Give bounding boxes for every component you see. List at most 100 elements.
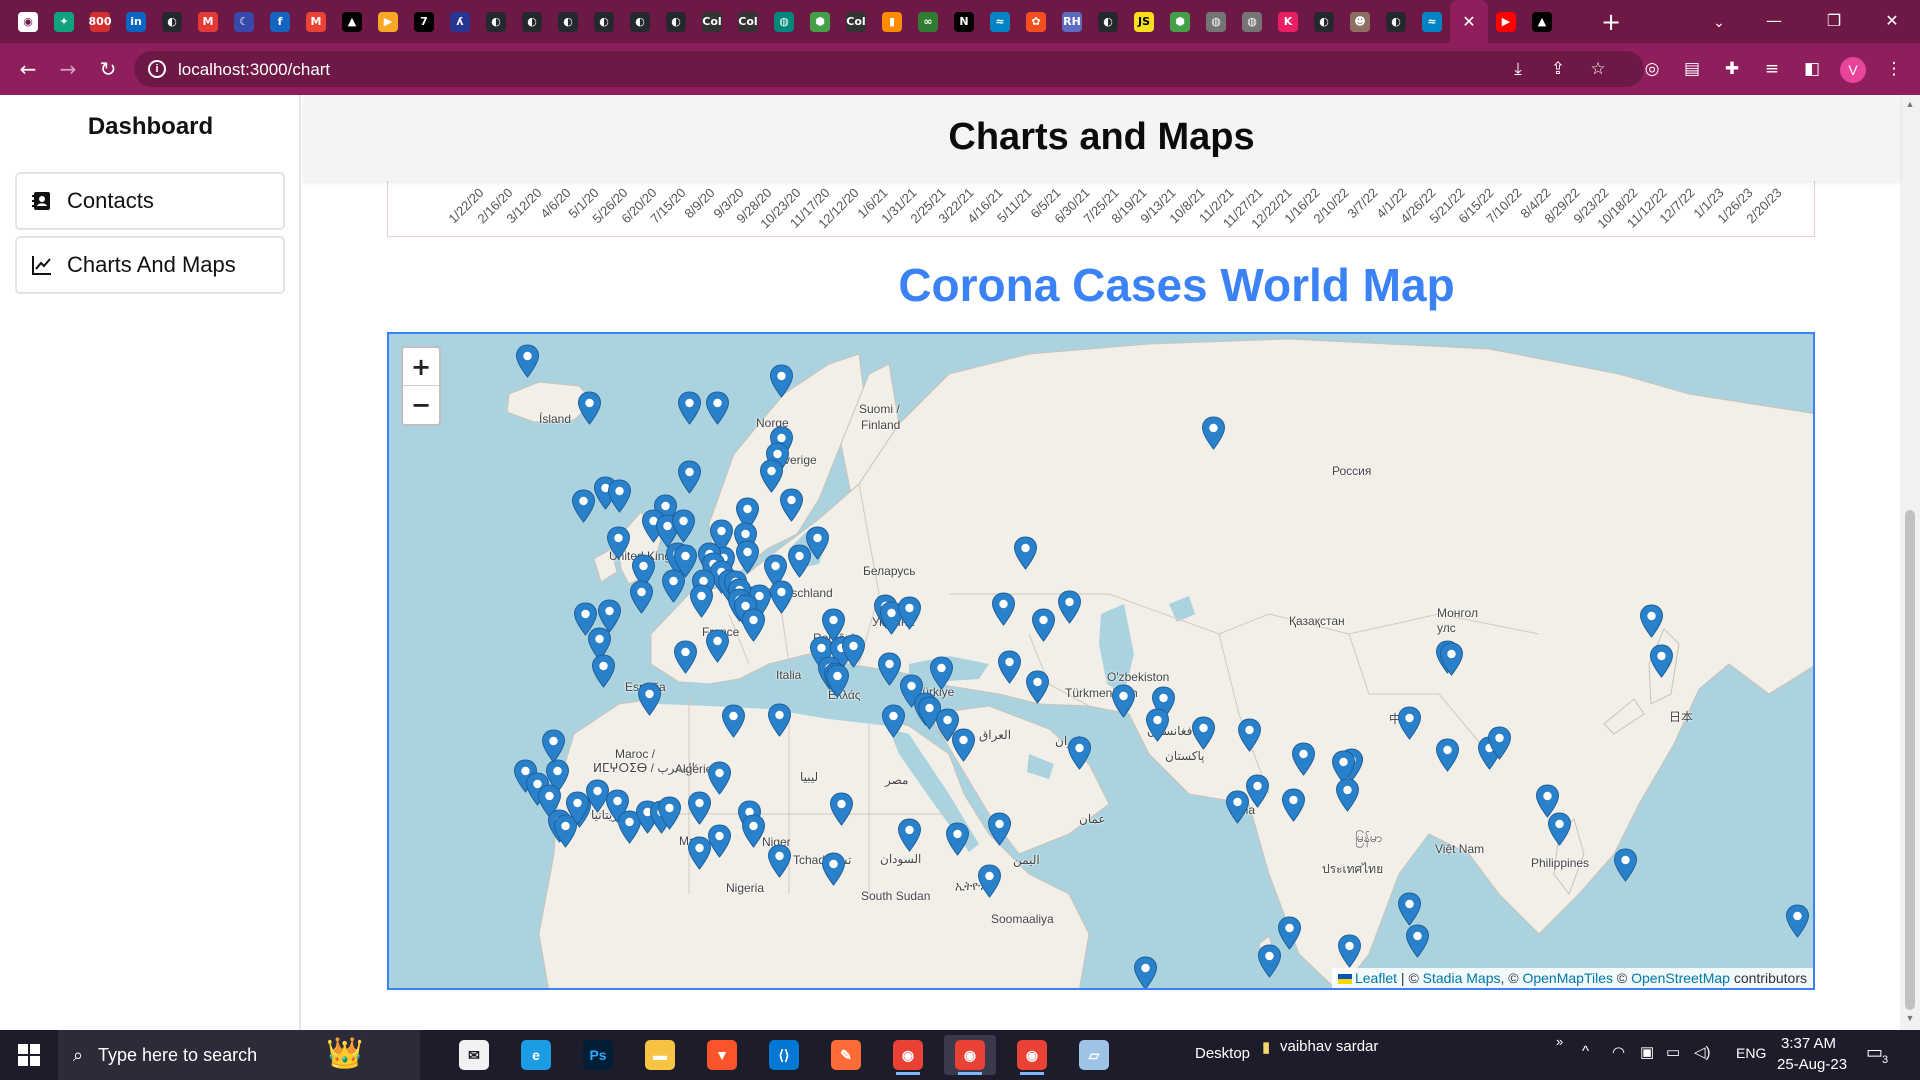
scroll-down-icon[interactable]: ▼ (1904, 1013, 1916, 1025)
taskbar-app-photoshop[interactable]: Ps (572, 1035, 624, 1075)
taskbar-app-chrome[interactable]: ◉ (882, 1035, 934, 1075)
browser-tab[interactable]: 800 (82, 0, 118, 43)
menu-kebab-icon[interactable]: ⋮ (1880, 55, 1908, 83)
browser-tab[interactable]: ◐ (622, 0, 658, 43)
browser-tab[interactable]: ◐ (658, 0, 694, 43)
case-marker-pin-icon[interactable] (657, 796, 682, 830)
browser-tab[interactable]: RH (1054, 0, 1090, 43)
taskbar-search[interactable]: ⌕ Type here to search 👑 (58, 1030, 420, 1080)
browser-tab[interactable]: in (118, 0, 154, 43)
browser-tab[interactable]: ◍ (766, 0, 802, 43)
browser-tab[interactable]: ⬢ (1162, 0, 1198, 43)
case-marker-pin-icon[interactable] (689, 584, 714, 618)
case-marker-pin-icon[interactable] (1397, 892, 1422, 926)
taskbar-app-brave[interactable]: ▼ (696, 1035, 748, 1075)
browser-tab[interactable]: Col (730, 0, 766, 43)
tab-search-chevron-icon[interactable]: ⌄ (1705, 8, 1733, 36)
extension-card-icon[interactable]: ▤ (1678, 55, 1706, 83)
browser-tab[interactable]: ◍ (1234, 0, 1270, 43)
browser-tab[interactable]: 7 (406, 0, 442, 43)
case-marker-pin-icon[interactable] (1133, 956, 1158, 988)
case-marker-pin-icon[interactable] (987, 812, 1012, 846)
case-marker-pin-icon[interactable] (1439, 642, 1464, 676)
case-marker-pin-icon[interactable] (897, 596, 922, 630)
openmaptiles-link[interactable]: OpenMapTiles (1522, 970, 1613, 986)
battery-icon[interactable]: ▭ (1666, 1043, 1680, 1061)
case-marker-pin-icon[interactable] (591, 654, 616, 688)
case-marker-pin-icon[interactable] (637, 682, 662, 716)
case-marker-pin-icon[interactable] (1031, 608, 1056, 642)
close-window-button[interactable]: ✕ (1864, 0, 1920, 40)
browser-tab[interactable]: K (1270, 0, 1306, 43)
case-marker-pin-icon[interactable] (821, 852, 846, 886)
case-marker-pin-icon[interactable] (661, 569, 686, 603)
case-marker-pin-icon[interactable] (1281, 788, 1306, 822)
browser-tab[interactable]: ▶ (370, 0, 406, 43)
case-marker-pin-icon[interactable] (1237, 718, 1262, 752)
start-button[interactable] (0, 1030, 58, 1080)
browser-tab[interactable]: ✦ (46, 0, 82, 43)
browser-tab[interactable]: ◉ (10, 0, 46, 43)
case-marker-pin-icon[interactable] (929, 656, 954, 690)
site-info-icon[interactable]: i (148, 60, 166, 78)
case-marker-pin-icon[interactable] (705, 391, 730, 425)
case-marker-pin-icon[interactable] (1145, 708, 1170, 742)
tray-up-arrow-icon[interactable]: ^ (1582, 1043, 1589, 1060)
page-scrollbar[interactable]: ▲ ▼ (1900, 95, 1920, 1030)
clock-date[interactable]: 25-Aug-23 (1777, 1056, 1847, 1073)
case-marker-pin-icon[interactable] (1245, 774, 1270, 808)
case-marker-pin-icon[interactable] (629, 580, 654, 614)
browser-tab[interactable]: ✿ (1018, 0, 1054, 43)
browser-tab[interactable]: ≈ (982, 0, 1018, 43)
browser-tab[interactable]: ◐ (1090, 0, 1126, 43)
case-marker-pin-icon[interactable] (571, 489, 596, 523)
case-marker-pin-icon[interactable] (1111, 684, 1136, 718)
taskbar-app-chrome-profile-2[interactable]: ◉ (1006, 1035, 1058, 1075)
zoom-out-button[interactable]: − (403, 386, 439, 424)
browser-tab[interactable]: ◐ (154, 0, 190, 43)
new-tab-button[interactable]: + (1596, 7, 1626, 37)
case-marker-pin-icon[interactable] (1191, 716, 1216, 750)
case-marker-pin-icon[interactable] (677, 460, 702, 494)
taskbar-app-vscode[interactable]: ⟨⟩ (758, 1035, 810, 1075)
browser-tab[interactable]: ◐ (586, 0, 622, 43)
extension-target-icon[interactable]: ◎ (1638, 55, 1666, 83)
case-marker-pin-icon[interactable] (991, 592, 1016, 626)
browser-tab[interactable]: ≈ (1414, 0, 1450, 43)
case-marker-pin-icon[interactable] (1785, 904, 1810, 938)
case-marker-pin-icon[interactable] (825, 664, 850, 698)
case-marker-pin-icon[interactable] (767, 844, 792, 878)
case-marker-pin-icon[interactable] (677, 391, 702, 425)
case-marker-pin-icon[interactable] (951, 728, 976, 762)
case-marker-pin-icon[interactable] (687, 791, 712, 825)
case-marker-pin-icon[interactable] (779, 488, 804, 522)
case-marker-pin-icon[interactable] (1335, 778, 1360, 812)
case-marker-pin-icon[interactable] (769, 364, 794, 398)
browser-tab[interactable]: N (946, 0, 982, 43)
case-marker-pin-icon[interactable] (1013, 536, 1038, 570)
case-marker-pin-icon[interactable] (1649, 644, 1674, 678)
browser-tab[interactable]: f (262, 0, 298, 43)
restore-button[interactable]: ❐ (1806, 0, 1862, 40)
url-text[interactable]: localhost:3000/chart (178, 60, 330, 80)
side-panel-icon[interactable]: ◧ (1798, 55, 1826, 83)
case-marker-pin-icon[interactable] (1397, 706, 1422, 740)
media-queue-icon[interactable]: ≡ (1758, 55, 1786, 83)
case-marker-pin-icon[interactable] (741, 608, 766, 642)
address-bar[interactable]: i localhost:3000/chart ⤓ ⇪ ☆ (134, 51, 1644, 87)
case-marker-pin-icon[interactable] (1067, 736, 1092, 770)
overflow-chevron-icon[interactable]: » (1556, 1034, 1563, 1049)
notification-icon[interactable]: ▭ (1866, 1042, 1883, 1063)
browser-tab[interactable]: ◐ (478, 0, 514, 43)
taskbar-app-notes[interactable]: ▱ (1068, 1035, 1120, 1075)
case-marker-pin-icon[interactable] (607, 479, 632, 513)
world-map[interactable]: Ísland Norge Suomi / Finland Sverige Россия Un… (387, 332, 1815, 990)
browser-tab[interactable]: Col (838, 0, 874, 43)
case-marker-pin-icon[interactable] (577, 391, 602, 425)
minimize-button[interactable]: — (1746, 0, 1802, 40)
case-marker-pin-icon[interactable] (1201, 416, 1226, 450)
case-marker-pin-icon[interactable] (721, 704, 746, 738)
browser-tab[interactable]: JS (1126, 0, 1162, 43)
case-marker-pin-icon[interactable] (1639, 604, 1664, 638)
case-marker-pin-icon[interactable] (1337, 934, 1362, 968)
